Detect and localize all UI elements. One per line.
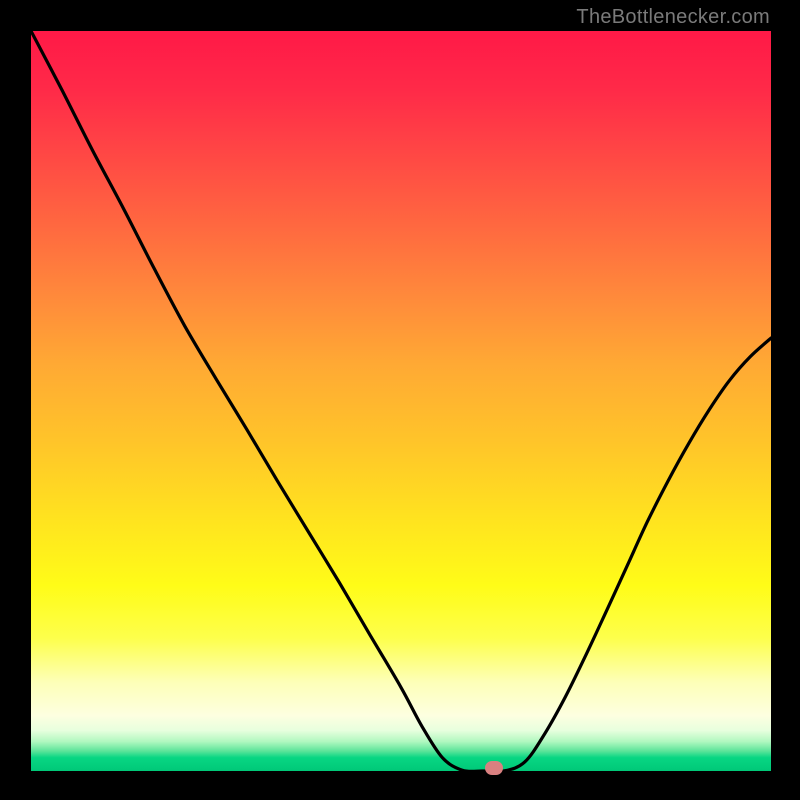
optimum-marker xyxy=(485,761,503,775)
outer-frame: TheBottlenecker.com xyxy=(0,0,800,800)
bottleneck-curve xyxy=(31,31,771,771)
plot-area xyxy=(30,30,772,772)
credit-text: TheBottlenecker.com xyxy=(576,6,770,29)
